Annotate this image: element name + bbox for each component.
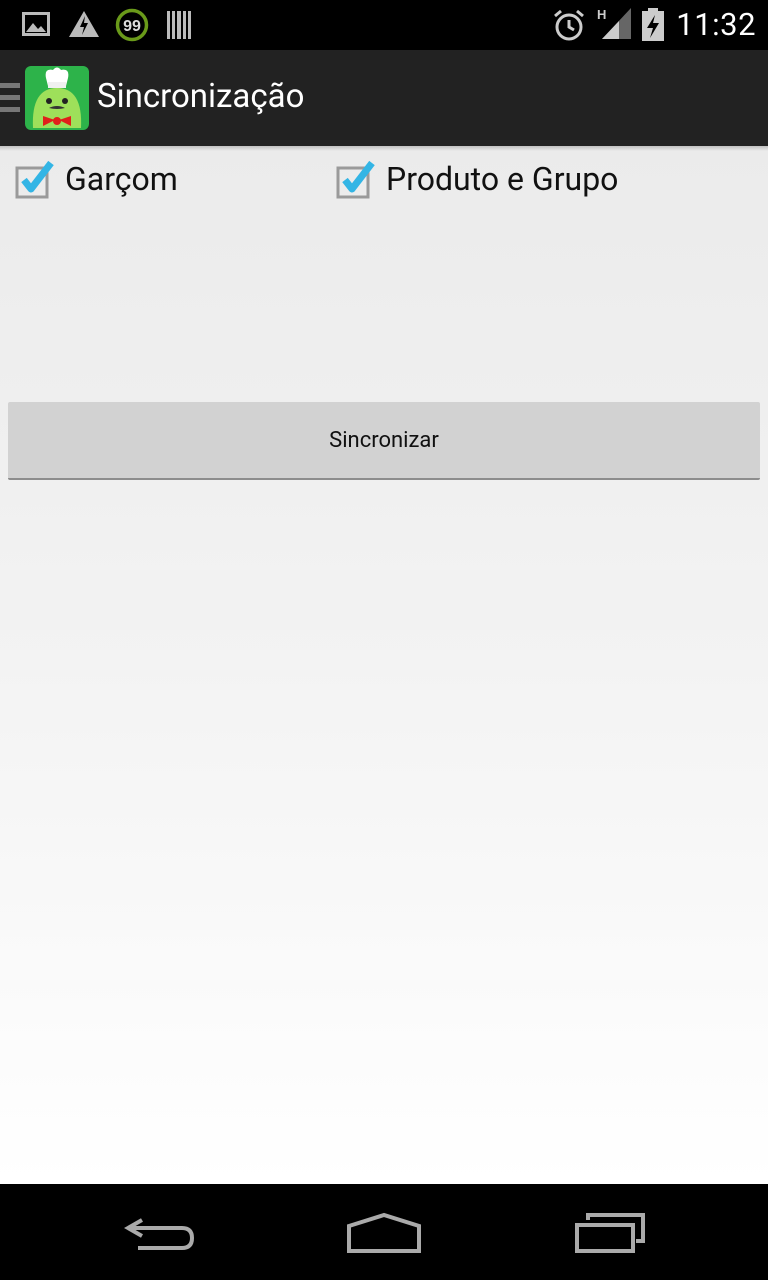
sync-button[interactable]: Sincronizar — [8, 402, 760, 480]
checkbox-produto-grupo-label: Produto e Grupo — [386, 160, 619, 198]
action-bar-shadow — [0, 146, 768, 151]
network-type-label: H — [597, 7, 606, 22]
checkbox-garcom[interactable]: Garçom — [14, 156, 314, 204]
battery-charging-icon — [642, 8, 664, 41]
page-title: Sincronização — [97, 77, 305, 116]
warning-icon — [69, 11, 99, 37]
alarm-icon — [554, 9, 584, 41]
navigation-bar — [0, 1184, 768, 1280]
content-area: Garçom Produto e Grupo Sincronizar — [0, 146, 768, 1184]
recent-apps-icon[interactable] — [574, 1212, 646, 1254]
checkbox-checked-icon[interactable] — [14, 160, 56, 200]
checkbox-garcom-label: Garçom — [65, 160, 178, 198]
back-icon[interactable] — [124, 1212, 196, 1252]
image-notification-icon — [22, 12, 50, 36]
notification-count-icon: 99 — [115, 8, 149, 42]
home-icon[interactable] — [346, 1212, 422, 1254]
clock: 11:32 — [676, 6, 756, 43]
drawer-menu-icon[interactable] — [0, 83, 22, 113]
checkbox-produto-grupo[interactable]: Produto e Grupo — [335, 156, 755, 204]
checkbox-checked-icon[interactable] — [335, 160, 377, 200]
barcode-icon — [167, 11, 191, 39]
signal-icon: H — [597, 7, 631, 39]
notification-count: 99 — [123, 18, 141, 35]
action-bar: Sincronização — [0, 50, 768, 146]
app-logo-icon[interactable] — [25, 66, 89, 130]
status-bar: 99 H 11:32 — [0, 0, 768, 50]
